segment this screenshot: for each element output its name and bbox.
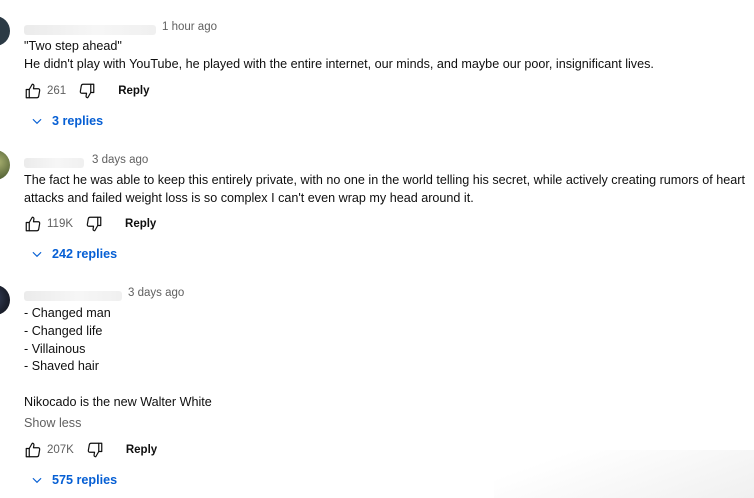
timestamp[interactable]: 1 hour ago: [162, 21, 217, 33]
thumb-up-icon[interactable]: [24, 441, 42, 459]
comment-text-line: He didn't play with YouTube, he played w…: [24, 57, 654, 71]
author-handle-redacted[interactable]: [24, 157, 84, 168]
avatar[interactable]: [0, 16, 10, 46]
comment-text-line: Nikocado is the new Walter White: [24, 395, 212, 409]
timestamp[interactable]: 3 days ago: [128, 287, 184, 299]
like-count: 261: [47, 85, 67, 97]
show-less-button[interactable]: Show less: [24, 416, 81, 430]
view-replies-button[interactable]: 3 replies: [30, 114, 103, 128]
comment-header: 3 days ago: [24, 287, 184, 302]
reply-button[interactable]: Reply: [125, 218, 156, 230]
comment-actions: 119K Reply: [24, 214, 156, 234]
replies-label: 3 replies: [52, 114, 104, 128]
like-count: 119K: [47, 218, 74, 230]
comment-text-line: attacks and failed weight loss is so com…: [24, 191, 474, 205]
comment-text-line: - Villainous: [24, 342, 86, 356]
author-handle-redacted[interactable]: [24, 24, 156, 35]
thumb-up-icon[interactable]: [24, 82, 42, 100]
comment-actions: 207K Reply: [24, 440, 157, 460]
thumb-down-icon[interactable]: [78, 82, 96, 100]
comment-text-line: "Two step ahead": [24, 39, 122, 53]
comment-text-line: - Shaved hair: [24, 359, 99, 373]
replies-label: 575 replies: [52, 473, 118, 487]
thumb-down-icon[interactable]: [86, 441, 104, 459]
reply-button[interactable]: Reply: [118, 85, 149, 97]
bottom-right-fade: [494, 450, 754, 498]
like-count: 207K: [47, 444, 74, 456]
avatar[interactable]: [0, 285, 10, 315]
comment-header: 1 hour ago: [24, 21, 217, 36]
comment-text-line: The fact he was able to keep this entire…: [24, 173, 745, 187]
comment-text-line: - Changed life: [24, 324, 103, 338]
avatar[interactable]: [0, 150, 10, 180]
view-replies-button[interactable]: 242 replies: [30, 247, 117, 261]
replies-label: 242 replies: [52, 247, 118, 261]
view-replies-button[interactable]: 575 replies: [30, 473, 117, 487]
comment-text-line: - Changed man: [24, 306, 111, 320]
thumb-up-icon[interactable]: [24, 215, 42, 233]
comment-actions: 261 Reply: [24, 81, 150, 101]
thumb-down-icon[interactable]: [85, 215, 103, 233]
author-handle-redacted[interactable]: [24, 290, 122, 301]
chevron-down-icon: [32, 118, 42, 125]
timestamp[interactable]: 3 days ago: [92, 154, 148, 166]
comment-header: 3 days ago: [24, 154, 148, 169]
chevron-down-icon: [32, 251, 42, 258]
reply-button[interactable]: Reply: [126, 444, 157, 456]
chevron-down-icon: [32, 477, 42, 484]
